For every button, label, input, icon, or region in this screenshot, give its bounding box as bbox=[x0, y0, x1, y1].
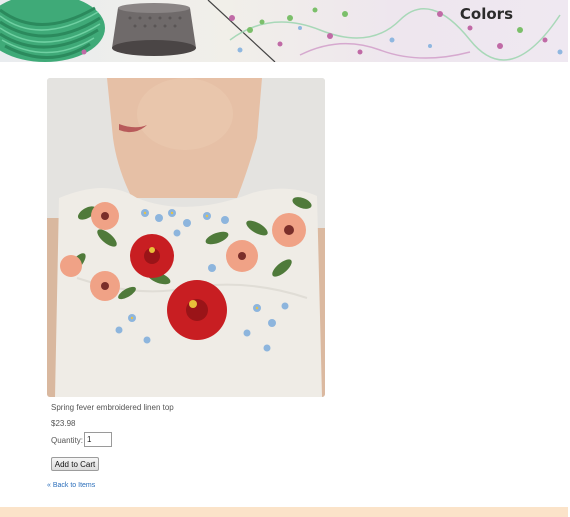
footer-bar bbox=[0, 507, 568, 517]
header-banner: Colors bbox=[0, 0, 568, 62]
page-title: Colors bbox=[459, 5, 513, 23]
back-to-items-link[interactable]: « Back to Items bbox=[47, 482, 95, 489]
product-price: $23.98 bbox=[51, 419, 76, 428]
product-name: Spring fever embroidered linen top bbox=[51, 403, 174, 412]
quantity-input[interactable] bbox=[84, 432, 112, 447]
quantity-label: Quantity: bbox=[51, 436, 84, 445]
product-photo bbox=[47, 78, 325, 397]
add-to-cart-button[interactable]: Add to Cart bbox=[51, 457, 99, 471]
